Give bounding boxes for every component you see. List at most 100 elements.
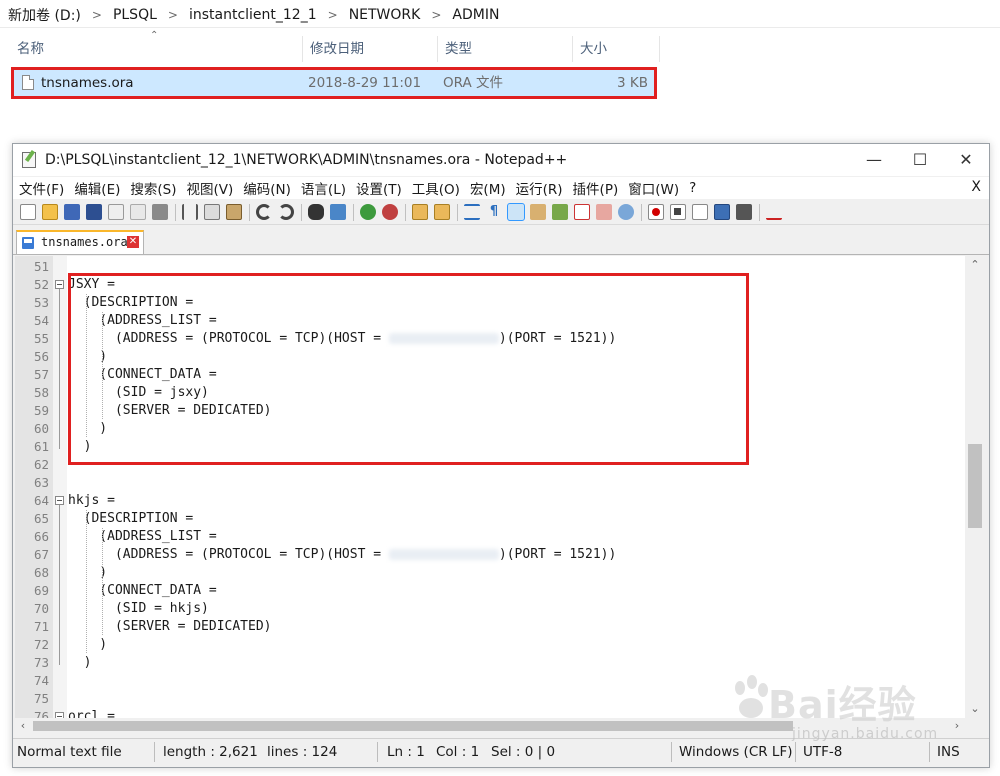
minimize-button[interactable]: — (851, 144, 897, 176)
status-divider (377, 742, 378, 762)
replace-icon[interactable] (330, 204, 346, 220)
status-lines: lines : 124 (267, 744, 338, 760)
line-number: 67 (33, 547, 49, 562)
column-header-size[interactable]: 大小 (572, 36, 660, 62)
breadcrumb-admin[interactable]: ADMIN (450, 7, 501, 23)
indent-guide-icon[interactable] (507, 203, 525, 221)
redacted-host (388, 333, 499, 344)
status-encoding[interactable]: UTF-8 (803, 739, 842, 765)
cut-icon[interactable] (182, 204, 198, 220)
zoom-out-icon[interactable] (382, 204, 398, 220)
redo-icon[interactable] (278, 204, 294, 220)
maximize-button[interactable]: ☐ (897, 144, 943, 176)
folder-as-workspace-icon[interactable] (596, 204, 612, 220)
tab-close-icon[interactable]: ✕ (127, 236, 139, 248)
toolbar-divider (759, 204, 760, 221)
line-text: orcl = (68, 709, 115, 718)
sync-vertical-icon[interactable] (412, 204, 428, 220)
vertical-scrollbar[interactable]: ⌃ ⌄ (965, 256, 985, 718)
code-editor[interactable]: 51 52 JSXY = 53 (DESCRIPTION = 54 (ADDRESS_L… (15, 256, 965, 718)
menu-file[interactable]: 文件(F) (19, 178, 64, 198)
stop-macro-icon[interactable] (670, 204, 686, 220)
line-text-after: )(PORT = 1521)) (498, 331, 617, 346)
play-macro-icon[interactable] (692, 204, 708, 220)
document-map-icon[interactable] (552, 204, 568, 220)
breadcrumb-drive[interactable]: 新加卷 (D:) (6, 5, 83, 25)
zoom-in-icon[interactable] (360, 204, 376, 220)
scroll-right-icon[interactable]: › (949, 718, 965, 734)
breadcrumb: 新加卷 (D:) > PLSQL > instantclient_12_1 > … (6, 5, 501, 25)
horizontal-scrollbar[interactable]: ‹ › (15, 718, 965, 734)
save-icon[interactable] (64, 204, 80, 220)
menu-view[interactable]: 视图(V) (187, 178, 234, 198)
function-list-icon[interactable] (574, 204, 590, 220)
breadcrumb-network[interactable]: NETWORK (347, 7, 423, 23)
run-macro-multiple-icon[interactable] (714, 204, 730, 220)
code-line: 53 (DESCRIPTION = (15, 294, 965, 312)
spell-check-icon[interactable] (766, 204, 782, 220)
status-column: Col : 1 (436, 744, 480, 760)
record-macro-icon[interactable] (648, 204, 664, 220)
scroll-up-icon[interactable]: ⌃ (965, 256, 985, 274)
new-file-icon[interactable] (20, 204, 36, 220)
menu-settings[interactable]: 设置(T) (356, 178, 402, 198)
open-folder-icon[interactable] (42, 204, 58, 220)
column-header-type[interactable]: 类型 (437, 36, 572, 62)
paste-icon[interactable] (226, 204, 242, 220)
horizontal-scroll-thumb[interactable] (33, 721, 793, 731)
chevron-right-icon[interactable]: > (168, 8, 178, 22)
scroll-down-icon[interactable]: ⌄ (965, 700, 985, 718)
code-line: 61 ) (15, 438, 965, 456)
code-line: 58 (SID = jsxy) (15, 384, 965, 402)
line-number: 76 (33, 709, 49, 718)
file-name: tnsnames.ora (41, 75, 134, 91)
chevron-right-icon[interactable]: > (431, 8, 441, 22)
close-document-button[interactable]: X (971, 179, 981, 195)
status-eol[interactable]: Windows (CR LF) (679, 739, 792, 765)
save-macro-icon[interactable] (736, 204, 752, 220)
user-language-icon[interactable] (530, 204, 546, 220)
chevron-right-icon[interactable]: > (92, 8, 102, 22)
find-icon[interactable] (308, 204, 324, 220)
print-icon[interactable] (152, 204, 168, 220)
menu-language[interactable]: 语言(L) (301, 178, 346, 198)
scroll-left-icon[interactable]: ‹ (15, 718, 31, 734)
column-header-modified[interactable]: 修改日期 (302, 36, 437, 62)
title-bar[interactable]: D:\PLSQL\instantclient_12_1\NETWORK\ADMI… (13, 144, 989, 176)
code-line: 69 (CONNECT_DATA = (15, 582, 965, 600)
sort-ascending-icon: ⌃ (150, 30, 159, 41)
menu-plugins[interactable]: 插件(P) (573, 178, 619, 198)
show-all-characters-icon[interactable]: ¶ (486, 204, 502, 220)
menu-encoding[interactable]: 编码(N) (243, 178, 291, 198)
fold-toggle-icon[interactable] (55, 496, 64, 505)
monitoring-eye-icon[interactable] (618, 204, 634, 220)
menu-help[interactable]: ? (689, 180, 696, 196)
sync-horizontal-icon[interactable] (434, 204, 450, 220)
menu-edit[interactable]: 编辑(E) (74, 178, 120, 198)
menu-run[interactable]: 运行(R) (516, 178, 563, 198)
menu-search[interactable]: 搜索(S) (130, 178, 176, 198)
saved-file-icon (22, 237, 34, 249)
close-file-icon[interactable] (108, 204, 124, 220)
menu-tools[interactable]: 工具(O) (412, 178, 460, 198)
tab-tnsnames[interactable]: tnsnames.ora ✕ (16, 230, 144, 254)
menu-macro[interactable]: 宏(M) (470, 178, 506, 198)
code-line: 72 ) (15, 636, 965, 654)
save-all-icon[interactable] (86, 204, 102, 220)
menu-window[interactable]: 窗口(W) (628, 178, 679, 198)
close-all-icon[interactable] (130, 204, 146, 220)
copy-icon[interactable] (204, 204, 220, 220)
line-number: 59 (33, 403, 49, 418)
close-button[interactable]: ✕ (943, 144, 989, 176)
fold-toggle-icon[interactable] (55, 280, 64, 289)
breadcrumb-plsql[interactable]: PLSQL (111, 7, 159, 23)
code-line: 56 ) (15, 348, 965, 366)
file-row[interactable]: tnsnames.ora 2018-8-29 11:01 ORA 文件 3 KB (11, 67, 657, 99)
breadcrumb-instantclient[interactable]: instantclient_12_1 (187, 7, 319, 23)
vertical-scroll-thumb[interactable] (968, 444, 982, 528)
status-divider (671, 742, 672, 762)
toolbar-divider (301, 204, 302, 221)
chevron-right-icon[interactable]: > (328, 8, 338, 22)
undo-icon[interactable] (256, 204, 272, 220)
word-wrap-icon[interactable] (464, 204, 480, 220)
